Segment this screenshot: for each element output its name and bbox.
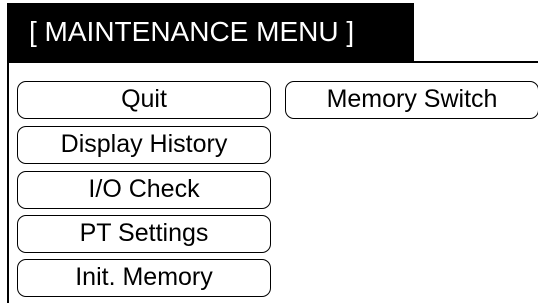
quit-button[interactable]: Quit <box>17 81 271 119</box>
pt-settings-button[interactable]: PT Settings <box>17 215 271 253</box>
memory-switch-button[interactable]: Memory Switch <box>285 81 538 119</box>
display-history-button[interactable]: Display History <box>17 126 271 164</box>
init-memory-button[interactable]: Init. Memory <box>17 259 271 297</box>
io-check-button[interactable]: I/O Check <box>17 171 271 209</box>
maintenance-menu-screen: [ MAINTENANCE MENU ] Quit Memory Switch … <box>0 0 538 303</box>
page-title: [ MAINTENANCE MENU ] <box>7 3 414 61</box>
